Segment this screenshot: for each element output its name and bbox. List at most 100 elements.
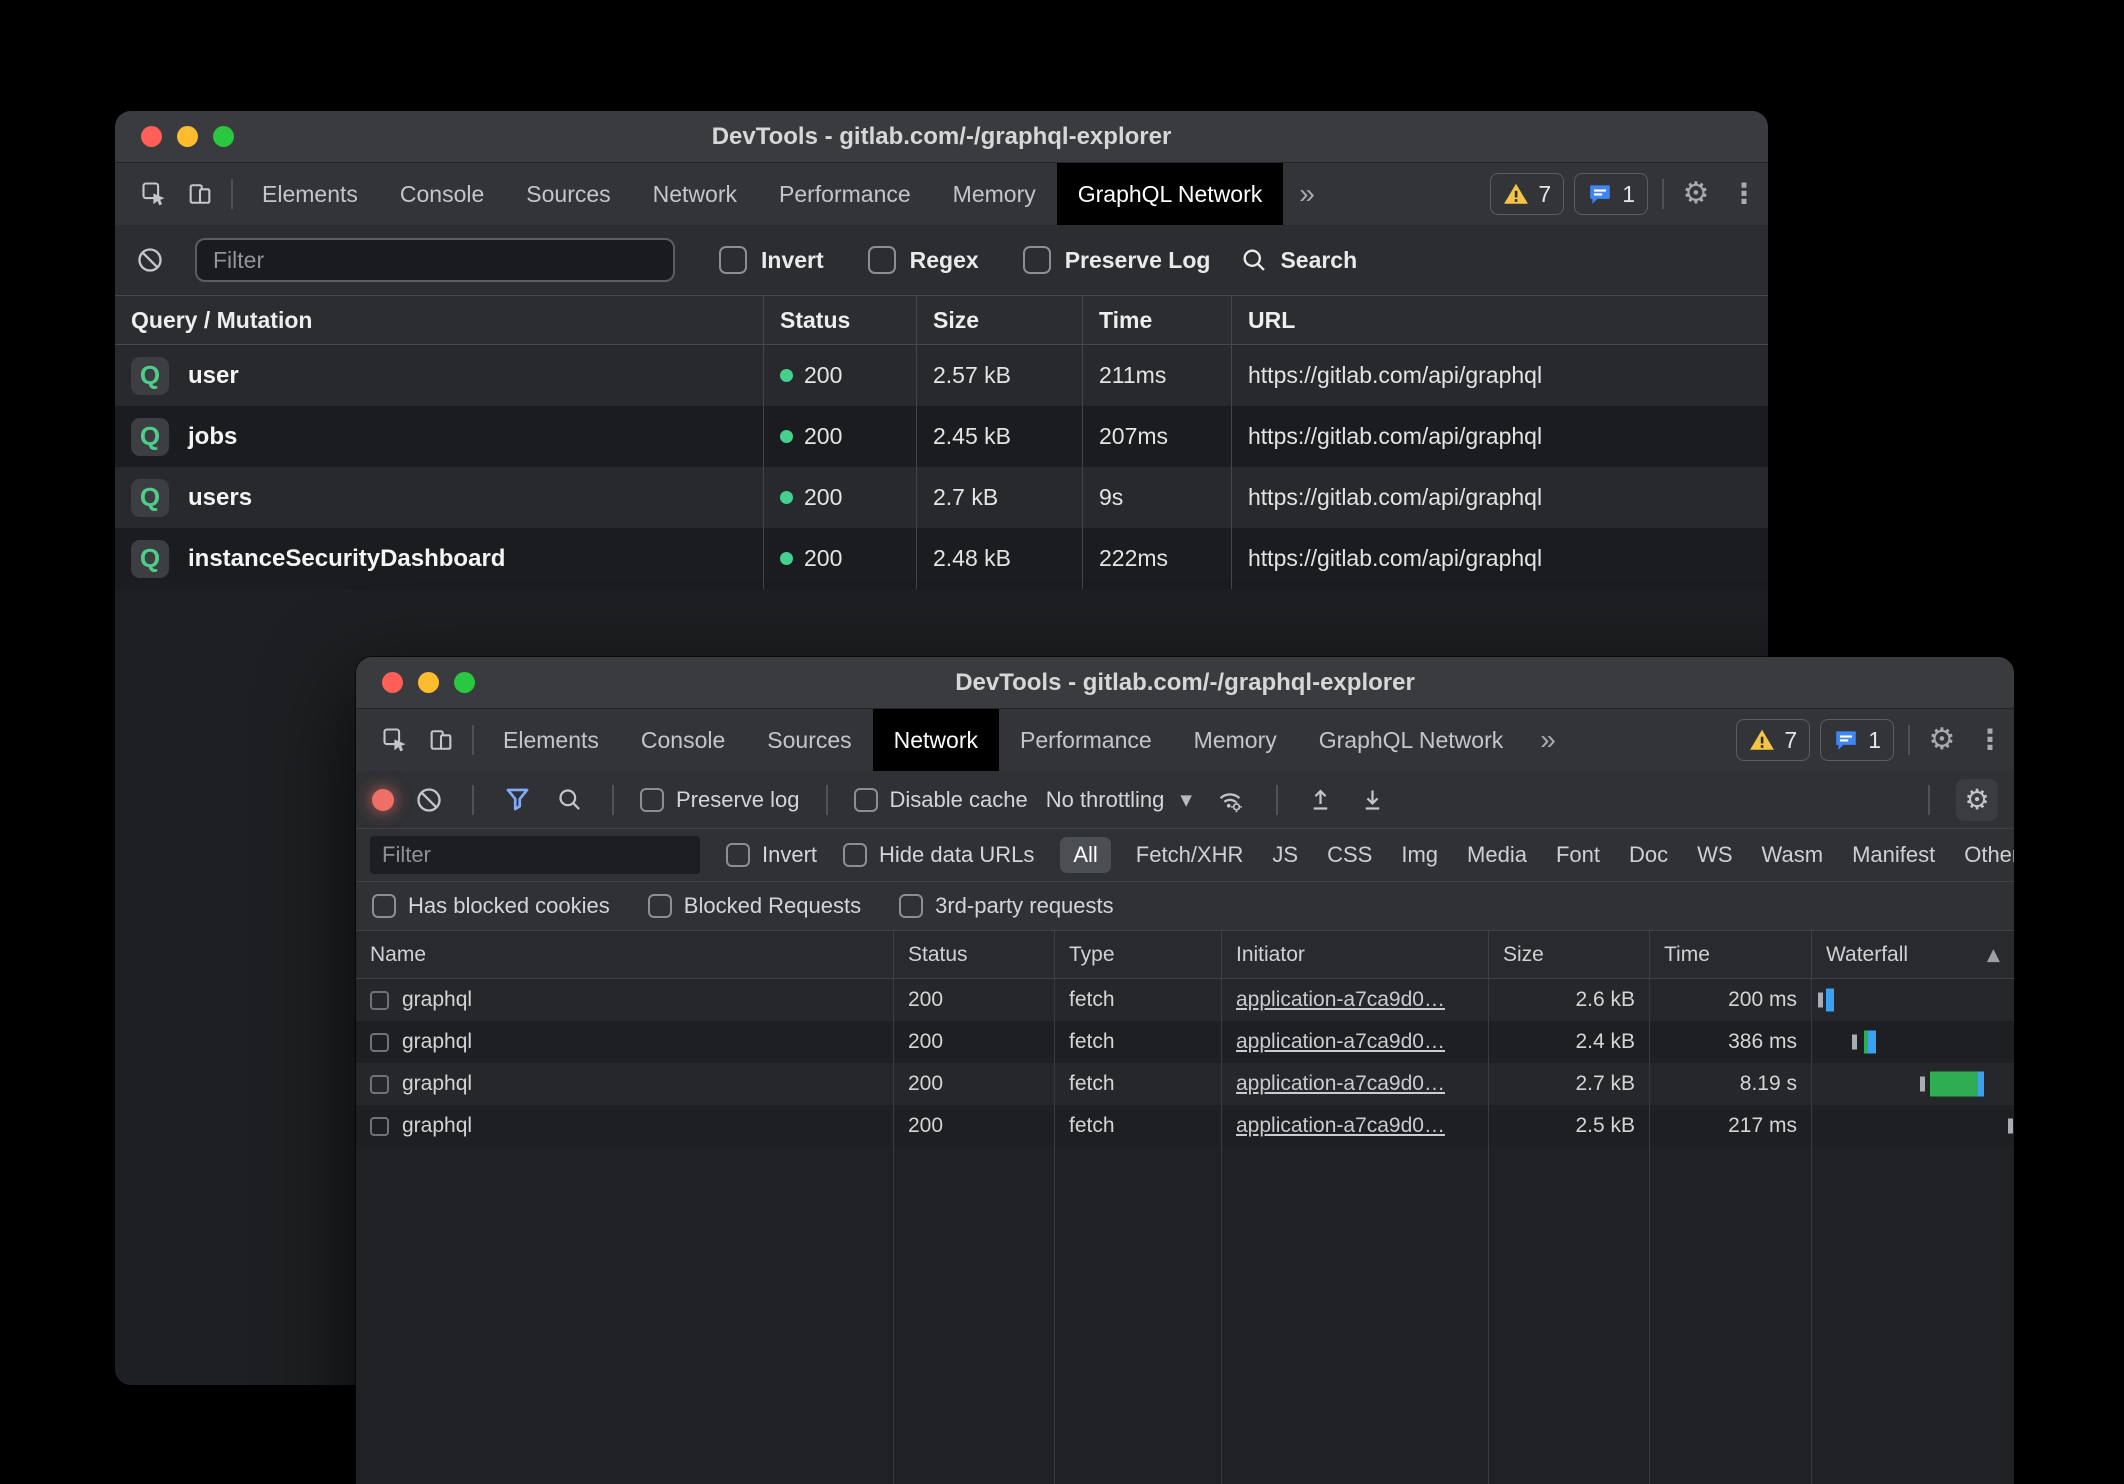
minimize-button[interactable] (177, 126, 198, 147)
checkbox[interactable] (372, 894, 396, 918)
request-type-filter[interactable]: Img (1401, 842, 1438, 868)
search-button[interactable]: Search (1240, 246, 1357, 274)
clear-network-log-icon[interactable] (412, 786, 446, 814)
column-header[interactable]: Status (894, 931, 1055, 978)
column-header[interactable]: Time (1083, 296, 1232, 344)
column-header[interactable]: Size (1489, 931, 1650, 978)
request-type-filter[interactable]: Other (1964, 842, 2014, 868)
network-request-row[interactable]: graphql 200 fetch application-a7ca9d0… 2… (356, 1021, 2014, 1063)
column-header[interactable]: Initiator (1222, 931, 1489, 978)
network-option[interactable]: Has blocked cookies (372, 893, 610, 919)
row-checkbox[interactable] (370, 1033, 389, 1052)
filter-checkbox-option[interactable]: Invert (719, 246, 824, 274)
clear-icon[interactable] (135, 246, 165, 274)
filter-input[interactable] (195, 238, 675, 282)
devtools-tab[interactable]: Performance (999, 709, 1173, 771)
devtools-tab[interactable]: Sources (746, 709, 872, 771)
close-button[interactable] (141, 126, 162, 147)
column-header[interactable]: URL (1232, 296, 1768, 344)
devtools-tab[interactable]: Elements (241, 163, 379, 225)
warnings-badge[interactable]: 7 (1736, 719, 1810, 761)
checkbox[interactable] (899, 894, 923, 918)
devtools-tab[interactable]: Memory (932, 163, 1057, 225)
devtools-tab[interactable]: Network (632, 163, 758, 225)
initiator-link[interactable]: application-a7ca9d0… (1236, 988, 1445, 1012)
row-checkbox[interactable] (370, 1117, 389, 1136)
more-tabs-icon[interactable]: » (1524, 709, 1572, 771)
titlebar[interactable]: DevTools - gitlab.com/-/graphql-explorer (115, 111, 1768, 163)
settings-gear-icon[interactable]: ⚙ (1918, 709, 1966, 771)
network-request-row[interactable]: graphql 200 fetch application-a7ca9d0… 2… (356, 1063, 2014, 1105)
row-checkbox[interactable] (370, 1075, 389, 1094)
filter-checkbox-option[interactable]: Regex (868, 246, 979, 274)
devtools-tab[interactable]: Sources (505, 163, 631, 225)
checkbox[interactable] (1023, 246, 1051, 274)
device-toolbar-icon[interactable] (177, 163, 223, 225)
import-har-icon[interactable] (1304, 786, 1338, 813)
request-type-filter[interactable]: JS (1272, 842, 1298, 868)
checkbox[interactable] (868, 246, 896, 274)
initiator-link[interactable]: application-a7ca9d0… (1236, 1072, 1445, 1096)
devtools-tab[interactable]: Elements (482, 709, 620, 771)
invert-option[interactable]: Invert (726, 842, 817, 868)
request-type-filter[interactable]: Wasm (1762, 842, 1824, 868)
network-settings-gear-icon[interactable]: ⚙ (1956, 779, 1998, 821)
disable-cache-option[interactable]: Disable cache (854, 787, 1028, 813)
column-header[interactable]: Size (917, 296, 1083, 344)
request-type-filter[interactable]: WS (1697, 842, 1732, 868)
row-checkbox[interactable] (370, 991, 389, 1010)
network-filter-input[interactable] (370, 836, 700, 874)
request-type-filter[interactable]: Fetch/XHR (1136, 842, 1244, 868)
checkbox[interactable] (854, 788, 878, 812)
filter-funnel-icon[interactable] (500, 786, 534, 813)
request-type-filter[interactable]: Manifest (1852, 842, 1935, 868)
column-header[interactable]: Type (1055, 931, 1222, 978)
request-type-filter[interactable]: CSS (1327, 842, 1372, 868)
devtools-tab[interactable]: Performance (758, 163, 932, 225)
record-network-log-button[interactable] (372, 789, 394, 811)
hide-data-urls-option[interactable]: Hide data URLs (843, 842, 1034, 868)
network-option[interactable]: 3rd-party requests (899, 893, 1114, 919)
graphql-request-row[interactable]: Q jobs 200 2.45 kB 207ms https://gitlab.… (115, 406, 1768, 467)
issues-badge[interactable]: 1 (1574, 173, 1648, 215)
issues-badge[interactable]: 1 (1820, 719, 1894, 761)
throttling-dropdown[interactable]: No throttling ▼ (1046, 787, 1192, 813)
network-request-row[interactable]: graphql 200 fetch application-a7ca9d0… 2… (356, 1105, 2014, 1147)
preserve-log-option[interactable]: Preserve log (640, 787, 800, 813)
checkbox[interactable] (640, 788, 664, 812)
network-request-row[interactable]: graphql 200 fetch application-a7ca9d0… 2… (356, 979, 2014, 1021)
filter-checkbox-option[interactable]: Preserve Log (1023, 246, 1211, 274)
network-option[interactable]: Blocked Requests (648, 893, 861, 919)
checkbox[interactable] (726, 843, 750, 867)
column-header[interactable]: Waterfall ▲ (1812, 931, 2014, 978)
fullscreen-button[interactable] (454, 672, 475, 693)
request-type-filter[interactable]: Media (1467, 842, 1527, 868)
request-type-filter[interactable]: All (1060, 837, 1110, 873)
column-header[interactable]: Query / Mutation (115, 296, 764, 344)
devtools-tab[interactable]: Memory (1173, 709, 1298, 771)
network-conditions-icon[interactable] (1210, 785, 1250, 815)
fullscreen-button[interactable] (213, 126, 234, 147)
search-icon[interactable] (552, 786, 586, 813)
devtools-tab[interactable]: Network (873, 709, 999, 771)
devtools-tab[interactable]: GraphQL Network (1298, 709, 1525, 771)
close-button[interactable] (382, 672, 403, 693)
checkbox[interactable] (719, 246, 747, 274)
graphql-request-row[interactable]: Q instanceSecurityDashboard 200 2.48 kB … (115, 528, 1768, 589)
devtools-tab[interactable]: Console (620, 709, 746, 771)
more-options-icon[interactable]: ⋮ (1966, 709, 2014, 771)
inspect-element-icon[interactable] (372, 709, 418, 771)
devtools-tab[interactable]: GraphQL Network (1057, 163, 1284, 225)
initiator-link[interactable]: application-a7ca9d0… (1236, 1114, 1445, 1138)
initiator-link[interactable]: application-a7ca9d0… (1236, 1030, 1445, 1054)
column-header[interactable]: Name (356, 931, 894, 978)
devtools-tab[interactable]: Console (379, 163, 505, 225)
inspect-element-icon[interactable] (131, 163, 177, 225)
minimize-button[interactable] (418, 672, 439, 693)
column-header[interactable]: Status (764, 296, 917, 344)
device-toolbar-icon[interactable] (418, 709, 464, 771)
warnings-badge[interactable]: 7 (1490, 173, 1564, 215)
column-header[interactable]: Time (1650, 931, 1812, 978)
checkbox[interactable] (843, 843, 867, 867)
export-har-icon[interactable] (1356, 786, 1390, 813)
